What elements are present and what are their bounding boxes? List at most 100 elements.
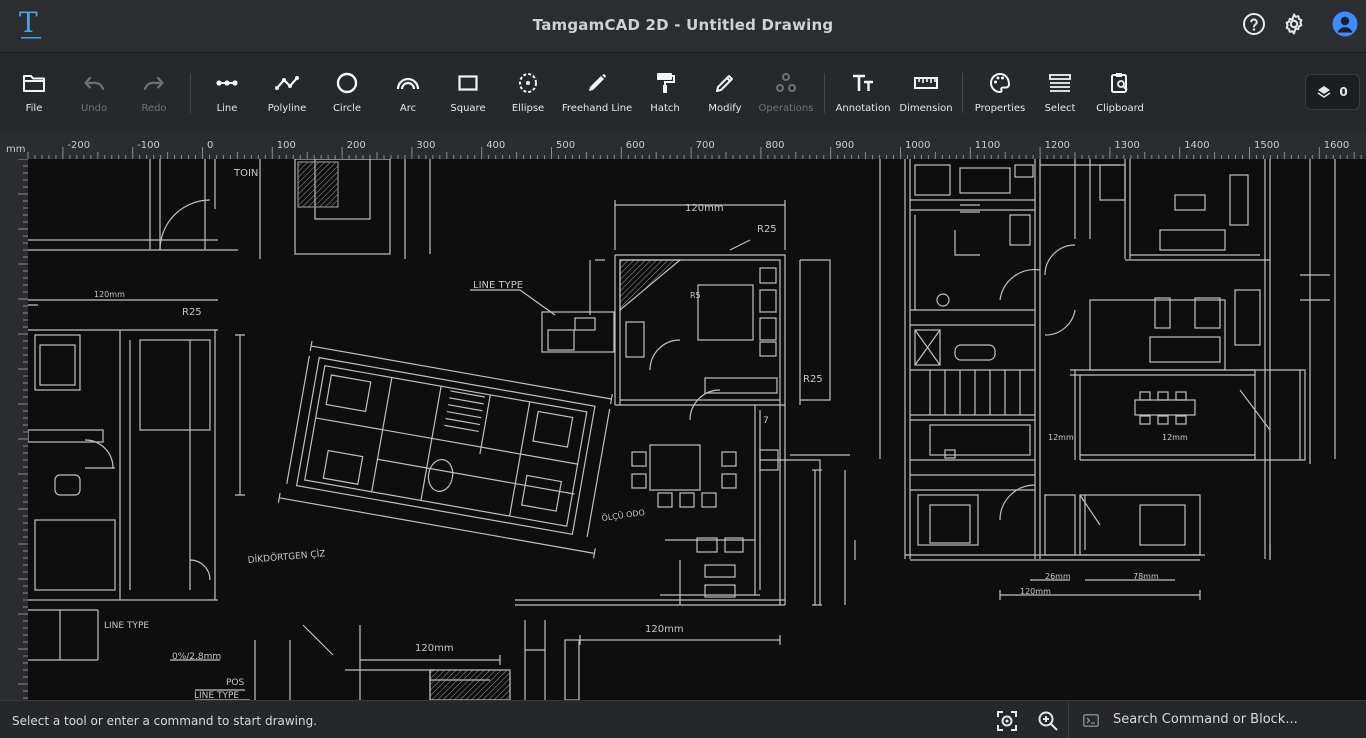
- label-dim-120-bottom: 120mm: [645, 624, 684, 635]
- clipboard-tool-button[interactable]: Clipboard: [1096, 71, 1144, 121]
- dimension-tool-button[interactable]: Dimension: [899, 71, 953, 121]
- settings-gear-icon[interactable]: [1282, 12, 1306, 36]
- label-12mm-b: 12mm: [1162, 433, 1188, 442]
- vertical-ruler-ticks: [18, 158, 28, 699]
- polyline-tool-button[interactable]: Polyline: [266, 71, 308, 121]
- hatch-tool-button[interactable]: Hatch: [650, 71, 680, 121]
- annotation-tool-button[interactable]: Annotation: [836, 71, 890, 121]
- ruler-tick-label: 0: [207, 140, 213, 151]
- square-icon: [458, 75, 478, 91]
- redo-button[interactable]: Redo: [140, 71, 168, 121]
- polyline-label: Polyline: [267, 103, 307, 114]
- file-label: File: [25, 103, 43, 114]
- square-tool-button[interactable]: Square: [450, 71, 486, 121]
- square-label: Square: [450, 103, 486, 114]
- ruler-icon: [914, 77, 938, 89]
- modify-tool-button[interactable]: Modify: [706, 71, 744, 121]
- hatch-label: Hatch: [650, 103, 680, 114]
- layers-icon: [1317, 86, 1331, 98]
- door-arc: [159, 199, 211, 251]
- ruler-tick-label: 500: [556, 140, 575, 151]
- paint-roller-icon: [657, 73, 675, 93]
- zoom-in-icon[interactable]: [1037, 710, 1059, 732]
- ruler-tick-label: -100: [137, 140, 160, 151]
- freehand-line-label: Freehand Line: [561, 103, 633, 114]
- ruler-tick-label: 900: [835, 140, 854, 151]
- label-dim-120-top: 120mm: [685, 203, 724, 214]
- label-78mm: 78mm: [1133, 572, 1159, 581]
- floorplan-drawing: TOIN 120mm R25 LINE TYPE R25 R5 120mm R2…: [28, 159, 1336, 700]
- user-avatar-icon[interactable]: [1332, 11, 1358, 37]
- title-bar: T TamgamCAD 2D - Untitled Drawing: [0, 0, 1366, 52]
- select-label: Select: [1044, 103, 1076, 114]
- label-r25-left: R25: [182, 307, 202, 318]
- ruler-tick-label: 200: [347, 140, 366, 151]
- layers-button[interactable]: 0: [1305, 74, 1360, 110]
- ruler-tick-label: 100: [277, 140, 296, 151]
- status-message: Select a tool or enter a command to star…: [12, 714, 318, 728]
- vertical-ruler: [0, 158, 28, 700]
- file-button[interactable]: File: [20, 71, 48, 121]
- ruler-tick-label: 1600: [1324, 140, 1349, 151]
- label-r5: R5: [690, 291, 701, 300]
- label-line-type: LINE TYPE: [473, 280, 523, 291]
- ruler-tick-label: 1300: [1114, 140, 1139, 151]
- polyline-icon: [275, 76, 299, 90]
- label-line-type-bottom2: LINE TYPE: [194, 691, 239, 700]
- ruler-tick-label: 1500: [1254, 140, 1279, 151]
- rotated-floorplan: [277, 341, 613, 559]
- line-icon: [216, 80, 238, 86]
- wall-lines: [28, 159, 238, 251]
- help-icon[interactable]: [1242, 12, 1266, 36]
- line-tool-button[interactable]: Line: [212, 71, 242, 121]
- ruler-tick-label: 800: [765, 140, 784, 151]
- ruler-tick-label: 1100: [975, 140, 1000, 151]
- line-label: Line: [216, 103, 238, 114]
- label-26mm: 26mm: [1045, 572, 1071, 581]
- arc-tool-button[interactable]: Arc: [394, 71, 422, 121]
- ruler-tick-label: 300: [416, 140, 435, 151]
- pencil-icon: [589, 74, 606, 91]
- horizontal-ruler: mm -200 -100 0 100 200 300 400 500 600 700 800 900 1…: [0, 131, 1366, 159]
- layer-count: 0: [1339, 85, 1348, 99]
- select-tool-button[interactable]: Select: [1044, 71, 1076, 121]
- clipboard-search-icon: [1111, 73, 1128, 93]
- arc-icon: [396, 77, 420, 90]
- ruler-tick-label: -200: [67, 140, 90, 151]
- command-search-input[interactable]: Search Command or Block...: [1068, 701, 1366, 738]
- circle-icon: [336, 72, 358, 94]
- command-placeholder: Search Command or Block...: [1113, 712, 1298, 727]
- modify-label: Modify: [708, 103, 742, 114]
- undo-icon: [84, 76, 105, 91]
- undo-label: Undo: [80, 103, 108, 114]
- redo-icon: [143, 76, 164, 91]
- label-dikdortgen: DİKDÖRTGEN ÇİZ: [247, 548, 326, 566]
- properties-tool-button[interactable]: Properties: [974, 71, 1026, 121]
- label-line-type-bottom: LINE TYPE: [104, 621, 149, 631]
- clipboard-label: Clipboard: [1096, 103, 1144, 114]
- freehand-line-tool-button[interactable]: Freehand Line: [562, 71, 632, 121]
- label-num-7: 7: [763, 416, 769, 426]
- app-title: TamgamCAD 2D - Untitled Drawing: [532, 16, 834, 34]
- terminal-icon: [1083, 714, 1099, 727]
- label-dim-120-bottom-left: 120mm: [415, 643, 454, 654]
- operations-icon: [776, 73, 796, 92]
- edit-pen-icon: [716, 75, 733, 92]
- annotation-label: Annotation: [835, 103, 891, 114]
- label-r25-mid: R25: [803, 374, 823, 385]
- label-olcu: ÖLÇÜ ODO: [601, 507, 645, 523]
- drawing-canvas[interactable]: TOIN 120mm R25 LINE TYPE R25 R5 120mm R2…: [28, 159, 1366, 700]
- ruler-ticks: -200 -100 0 100 200 300 400 500 600 700 800 900 1000…: [27, 140, 1362, 159]
- zoom-fit-icon[interactable]: [996, 710, 1018, 732]
- operations-button[interactable]: Operations: [758, 71, 814, 121]
- circle-tool-button[interactable]: Circle: [332, 71, 362, 121]
- status-bar: Select a tool or enter a command to star…: [0, 700, 1366, 738]
- properties-label: Properties: [974, 103, 1026, 114]
- label-dim-120-left: 120mm: [94, 290, 125, 299]
- toolbar-divider: [962, 73, 963, 113]
- ellipse-tool-button[interactable]: Ellipse: [510, 71, 546, 121]
- undo-button[interactable]: Undo: [80, 71, 108, 121]
- label-scale: 0%/2.8mm: [172, 652, 221, 662]
- app-window: T TamgamCAD 2D - Untitled Drawing File U…: [0, 0, 1366, 738]
- palette-icon: [990, 72, 1011, 94]
